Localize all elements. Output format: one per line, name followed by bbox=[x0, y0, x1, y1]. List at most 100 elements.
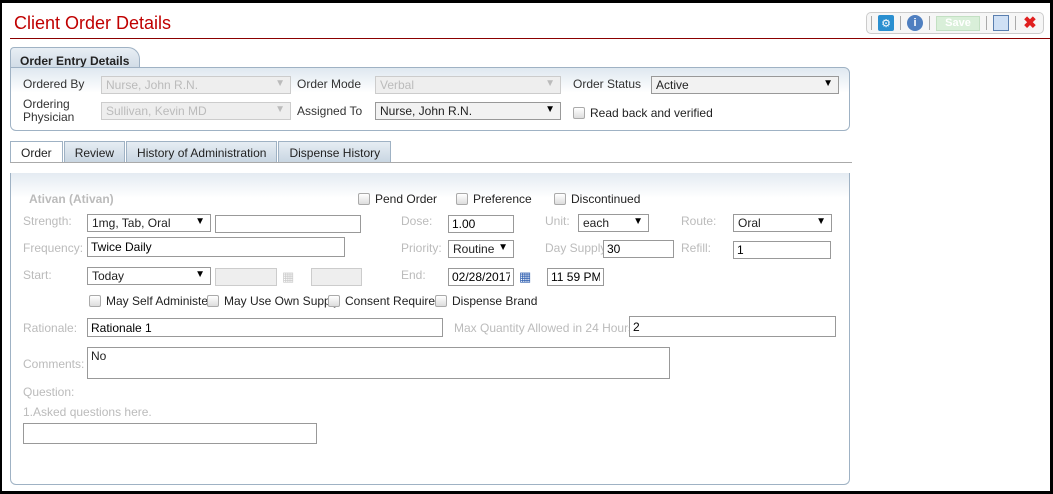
info-icon[interactable]: i bbox=[907, 15, 923, 31]
divider bbox=[1015, 16, 1016, 30]
chevron-down-icon: ▼ bbox=[498, 242, 508, 253]
tab-history-of-administration[interactable]: History of Administration bbox=[126, 141, 278, 163]
strength-select[interactable]: 1mg, Tab, Oral ▼ bbox=[87, 214, 211, 232]
dose-label: Dose: bbox=[401, 214, 433, 228]
tab-review[interactable]: Review bbox=[63, 141, 126, 163]
preference-label: Preference bbox=[473, 192, 532, 206]
refill-label: Refill: bbox=[681, 241, 712, 255]
unit-label: Unit: bbox=[545, 214, 570, 228]
consent-required-checkbox[interactable]: Consent Required bbox=[328, 294, 442, 308]
end-label: End: bbox=[401, 268, 426, 282]
assigned-to-label: Assigned To bbox=[297, 104, 363, 118]
discontinued-checkbox[interactable]: Discontinued bbox=[554, 192, 640, 206]
question-label: Question: bbox=[23, 385, 75, 399]
priority-select[interactable]: Routine ▼ bbox=[448, 240, 514, 258]
page-title: Client Order Details bbox=[14, 13, 172, 33]
pend-order-checkbox[interactable]: Pend Order bbox=[358, 192, 437, 206]
comments-textarea[interactable]: No bbox=[87, 347, 670, 379]
route-label: Route: bbox=[681, 214, 717, 228]
window: Client Order Details ⚙ i Save ✖ Order En… bbox=[2, 3, 1050, 491]
order-mode-label: Order Mode bbox=[297, 77, 362, 91]
gear-icon[interactable]: ⚙ bbox=[878, 15, 894, 31]
order-mode-select[interactable]: Verbal ▼ bbox=[375, 76, 561, 94]
consent-required-label: Consent Required bbox=[345, 294, 442, 308]
pend-order-label: Pend Order bbox=[375, 192, 438, 206]
priority-label: Priority: bbox=[401, 241, 442, 255]
assigned-to-select[interactable]: Nurse, John R.N. ▼ bbox=[375, 102, 561, 120]
unit-select[interactable]: each ▼ bbox=[578, 214, 649, 232]
start-date-input[interactable] bbox=[215, 268, 277, 286]
rationale-label: Rationale: bbox=[23, 321, 78, 335]
end-time-input[interactable] bbox=[547, 268, 604, 286]
tab-divider bbox=[10, 162, 852, 163]
checkbox-box bbox=[358, 193, 370, 205]
close-icon[interactable]: ✖ bbox=[1022, 15, 1038, 32]
priority-value: Routine bbox=[453, 242, 495, 256]
order-entry-details-panel: Ordered By Nurse, John R.N. ▼ Order Mode … bbox=[10, 67, 850, 131]
end-date-input[interactable] bbox=[448, 268, 514, 286]
drug-name: Ativan (Ativan) bbox=[29, 192, 114, 206]
chevron-down-icon: ▼ bbox=[545, 78, 555, 89]
chevron-down-icon: ▼ bbox=[195, 216, 205, 227]
dispense-brand-label: Dispense Brand bbox=[452, 294, 538, 308]
strength-extra-input[interactable] bbox=[215, 215, 361, 233]
discontinued-label: Discontinued bbox=[571, 192, 641, 206]
assigned-to-value: Nurse, John R.N. bbox=[380, 104, 473, 118]
order-mode-value: Verbal bbox=[380, 78, 415, 92]
max-quantity-input[interactable] bbox=[629, 316, 836, 337]
document-icon[interactable] bbox=[993, 15, 1009, 31]
may-self-administer-label: May Self Administer bbox=[106, 294, 213, 308]
ordering-physician-select[interactable]: Sullivan, Kevin MD ▼ bbox=[101, 102, 291, 120]
chevron-down-icon: ▼ bbox=[195, 269, 205, 280]
title-divider bbox=[10, 38, 1050, 39]
preference-checkbox[interactable]: Preference bbox=[456, 192, 532, 206]
toolbar: ⚙ i Save ✖ bbox=[866, 12, 1044, 34]
strength-value: 1mg, Tab, Oral bbox=[92, 216, 171, 230]
chevron-down-icon: ▼ bbox=[275, 78, 285, 89]
order-status-select[interactable]: Active ▼ bbox=[651, 76, 839, 94]
checkbox-box bbox=[207, 295, 219, 307]
day-supply-input[interactable] bbox=[603, 240, 674, 258]
question-answer-input[interactable] bbox=[23, 423, 317, 444]
frequency-label: Frequency: bbox=[23, 241, 84, 255]
refill-input[interactable] bbox=[733, 241, 831, 259]
checkbox-box bbox=[435, 295, 447, 307]
unit-value: each bbox=[583, 216, 610, 230]
ordered-by-value: Nurse, John R.N. bbox=[106, 78, 199, 92]
checkbox-box bbox=[328, 295, 340, 307]
chevron-down-icon: ▼ bbox=[633, 216, 643, 227]
rationale-input[interactable] bbox=[87, 318, 443, 337]
save-button[interactable]: Save bbox=[936, 15, 980, 31]
chevron-down-icon: ▼ bbox=[823, 78, 833, 89]
order-status-value: Active bbox=[656, 78, 689, 92]
ordered-by-select[interactable]: Nurse, John R.N. ▼ bbox=[101, 76, 291, 94]
dispense-brand-checkbox[interactable]: Dispense Brand bbox=[435, 294, 537, 308]
tab-dispense-history[interactable]: Dispense History bbox=[278, 141, 392, 163]
ordering-physician-label: Ordering Physician bbox=[23, 97, 75, 124]
day-supply-label: Day Supply: bbox=[545, 241, 610, 255]
route-select[interactable]: Oral ▼ bbox=[733, 214, 832, 232]
start-value: Today bbox=[92, 269, 125, 283]
calendar-icon[interactable]: ▦ bbox=[282, 270, 300, 284]
checkbox-box bbox=[554, 193, 566, 205]
strength-label: Strength: bbox=[23, 214, 72, 228]
start-select[interactable]: Today ▼ bbox=[87, 267, 211, 285]
may-self-administer-checkbox[interactable]: May Self Administer bbox=[89, 294, 212, 308]
checkbox-box bbox=[456, 193, 468, 205]
may-use-own-supply-label: May Use Own Supply bbox=[224, 294, 340, 308]
checkbox-box bbox=[573, 107, 585, 119]
tab-order[interactable]: Order bbox=[10, 141, 63, 163]
order-panel: Ativan (Ativan) Pend Order Preference Di… bbox=[10, 173, 850, 485]
route-value: Oral bbox=[738, 216, 761, 230]
divider bbox=[986, 16, 987, 30]
read-back-checkbox[interactable]: Read back and verified bbox=[573, 106, 713, 120]
dose-input[interactable] bbox=[448, 215, 514, 233]
calendar-icon[interactable]: ▦ bbox=[519, 270, 537, 284]
frequency-input[interactable] bbox=[87, 237, 345, 257]
checkbox-box bbox=[89, 295, 101, 307]
may-use-own-supply-checkbox[interactable]: May Use Own Supply bbox=[207, 294, 339, 308]
start-time-input[interactable] bbox=[311, 268, 362, 286]
read-back-label: Read back and verified bbox=[590, 106, 713, 120]
divider bbox=[900, 16, 901, 30]
chevron-down-icon: ▼ bbox=[816, 216, 826, 227]
